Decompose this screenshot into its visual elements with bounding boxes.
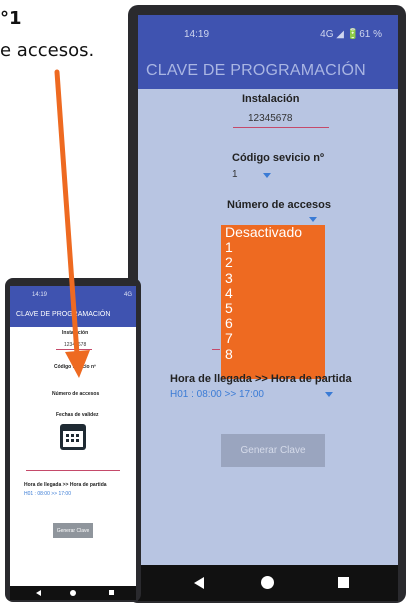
hora-label: Hora de llegada >> Hora de partida <box>24 482 107 488</box>
phone-small: 14:19 4G CLAVE DE PROGRAMACIÓN Instalaci… <box>5 278 141 602</box>
app-bar: CLAVE DE PROGRAMACIÓN <box>138 53 398 89</box>
instalacion-label: Instalación <box>242 93 300 105</box>
hora-label: Hora de llegada >> Hora de partida <box>170 373 352 385</box>
back-icon[interactable] <box>36 590 41 596</box>
accesos-option[interactable]: 3 <box>221 270 325 286</box>
instalacion-label: Instalación <box>62 330 89 336</box>
codigo-label: Código sevicio nº <box>54 364 96 370</box>
instalacion-field[interactable]: 12345678 <box>248 113 293 124</box>
accesos-option[interactable]: 5 <box>221 300 325 316</box>
back-icon[interactable] <box>194 577 204 589</box>
app-bar: CLAVE DE PROGRAMACIÓN <box>10 305 136 327</box>
accesos-option[interactable]: 8 <box>221 346 325 362</box>
recents-icon[interactable] <box>109 590 114 595</box>
accesos-option[interactable]: 2 <box>221 255 325 270</box>
generate-key-button[interactable]: Generar Clave <box>53 523 93 538</box>
status-bar: 14:19 4G <box>10 286 136 305</box>
accesos-option[interactable]: 4 <box>221 285 325 301</box>
navigation-bar <box>10 586 136 600</box>
fechas-label: Fechas de validez <box>56 412 99 418</box>
hora-select[interactable]: H01 : 08:00 >> 17:00 <box>170 389 264 400</box>
app-title: CLAVE DE PROGRAMACIÓN <box>146 62 366 79</box>
status-bar: 14:19 4G ◢ 🔋61 % <box>138 15 398 53</box>
codigo-label: Código sevicio nº <box>232 152 325 164</box>
home-icon[interactable] <box>261 576 274 589</box>
codigo-select[interactable]: 1 <box>232 169 238 180</box>
status-indicators: 4G ◢ 🔋61 % <box>320 29 382 40</box>
app-title: CLAVE DE PROGRAMACIÓN <box>16 311 111 318</box>
recents-icon[interactable] <box>338 577 349 588</box>
phone-large-screen: 14:19 4G ◢ 🔋61 % CLAVE DE PROGRAMACIÓN I… <box>138 15 398 601</box>
accesos-option[interactable]: 6 <box>221 316 325 331</box>
status-time: 14:19 <box>184 29 210 40</box>
calendar-icon[interactable] <box>60 424 86 450</box>
navigation-bar <box>138 565 398 601</box>
status-indicators: 4G <box>123 292 132 298</box>
accesos-label: Número de accesos <box>227 199 331 211</box>
accesos-label: Número de accesos <box>52 391 100 397</box>
home-icon[interactable] <box>70 590 76 596</box>
hidden-underline <box>212 349 220 350</box>
phone-large: 14:19 4G ◢ 🔋61 % CLAVE DE PROGRAMACIÓN I… <box>128 5 406 603</box>
phone-small-screen: 14:19 4G CLAVE DE PROGRAMACIÓN Instalaci… <box>10 286 136 600</box>
step-caption: °1 <box>0 8 22 29</box>
instalacion-field[interactable]: 12345678 <box>64 342 86 348</box>
accesos-option[interactable]: 1 <box>221 240 325 255</box>
generate-key-button[interactable]: Generar Clave <box>221 434 325 467</box>
fechas-underline <box>26 470 120 471</box>
accesos-option[interactable]: Desactivado <box>221 224 325 240</box>
step-description: e accesos. <box>0 40 95 61</box>
instalacion-underline <box>56 349 92 350</box>
hora-select[interactable]: H01 : 08:00 >> 17:00 <box>24 491 71 497</box>
accesos-option[interactable]: 7 <box>221 331 325 346</box>
accesos-dropdown-list: Desactivado 1 2 3 4 5 6 7 8 <box>221 224 325 379</box>
dropdown-arrow-icon[interactable] <box>325 392 333 397</box>
dropdown-arrow-icon[interactable] <box>309 217 317 222</box>
dropdown-arrow-icon[interactable] <box>263 173 271 178</box>
status-time: 14:19 <box>32 292 48 298</box>
instalacion-underline <box>233 127 329 128</box>
